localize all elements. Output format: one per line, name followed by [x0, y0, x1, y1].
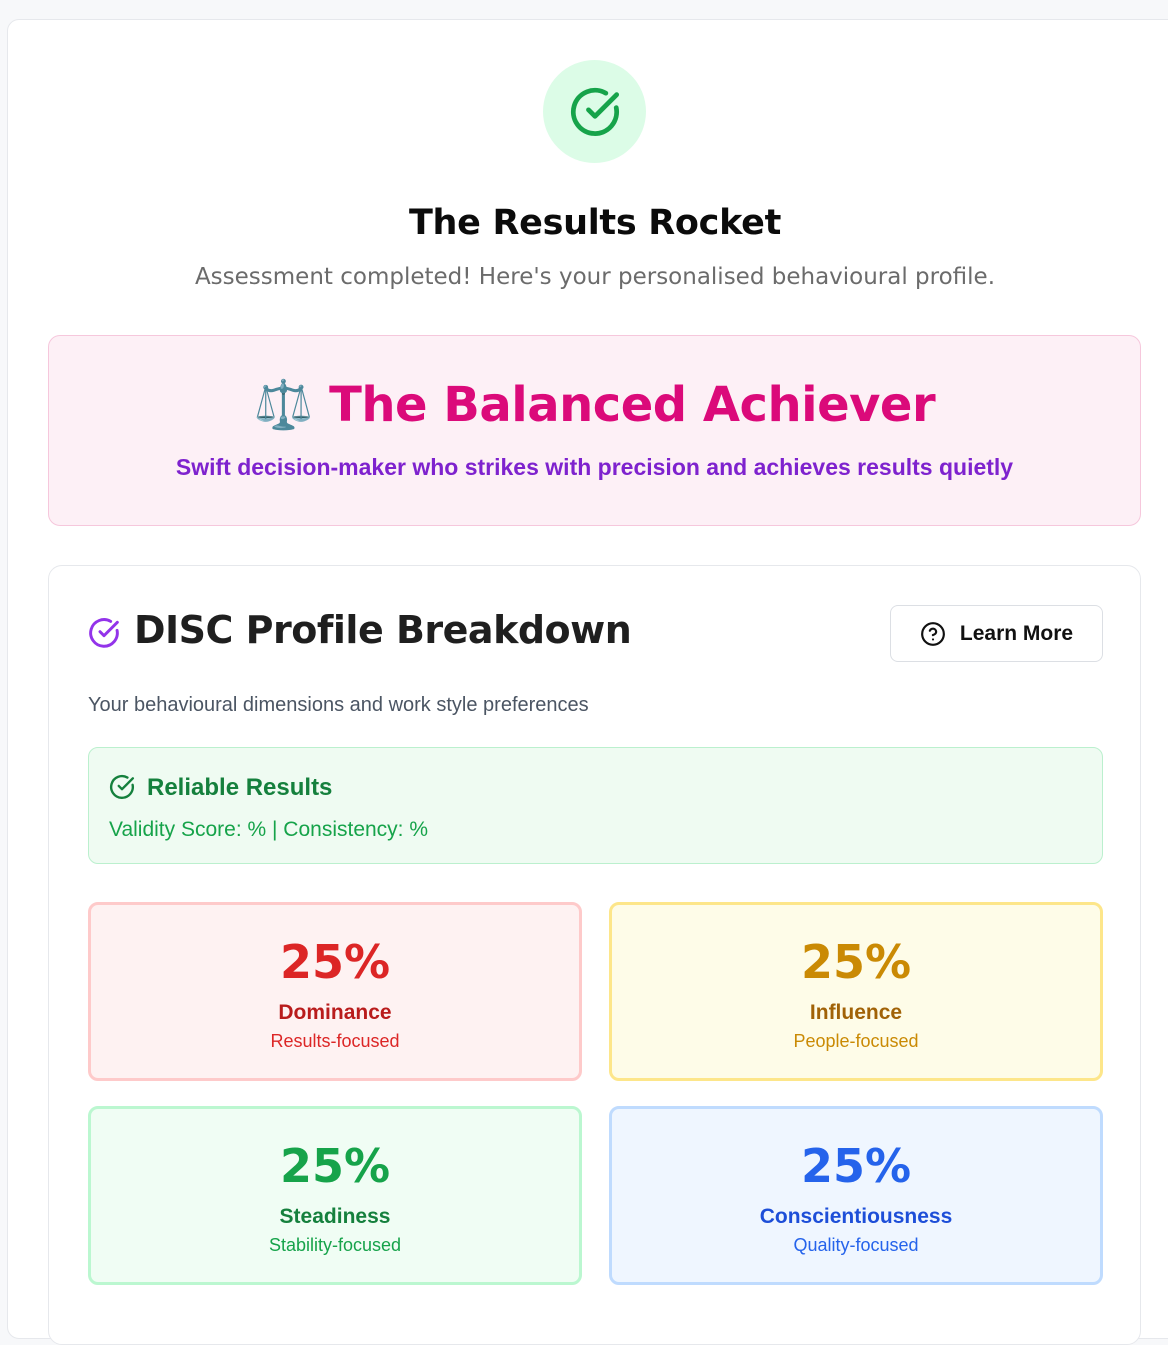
dominance-percent: 25%: [279, 935, 391, 989]
profile-type-banner: ⚖️ The Balanced Achiever Swift decision-m…: [48, 335, 1141, 526]
conscientiousness-label: Conscientiousness: [759, 1205, 953, 1228]
steadiness-percent: 25%: [279, 1139, 391, 1193]
conscientiousness-tile: 25% Conscientiousness Quality-focused: [609, 1106, 1103, 1285]
dominance-label: Dominance: [278, 1001, 392, 1024]
steadiness-label: Steadiness: [279, 1205, 391, 1228]
reliability-notice: Reliable Results Validity Score: % | Con…: [88, 747, 1103, 864]
profile-type-name: The Balanced Achiever: [329, 377, 936, 433]
influence-label: Influence: [809, 1001, 903, 1024]
conscientiousness-percent: 25%: [800, 1139, 912, 1193]
page-title: The Results Rocket: [408, 203, 782, 243]
check-circle-icon: [570, 87, 619, 136]
steadiness-tile: 25% Steadiness Stability-focused: [88, 1106, 582, 1285]
check-circle-icon: [89, 618, 119, 648]
results-card: The Results Rocket Assessment completed!…: [7, 19, 1168, 1345]
page-subtitle: Assessment completed! Here's your person…: [194, 264, 996, 290]
influence-percent: 25%: [800, 935, 912, 989]
profile-type-heading: ⚖️ The Balanced Achiever: [49, 376, 1140, 433]
profile-type-description: Swift decision-maker who strikes with pr…: [175, 454, 1014, 480]
success-badge: [543, 60, 646, 163]
learn-more-label: Learn More: [959, 621, 1074, 645]
check-circle-icon: [110, 774, 135, 799]
disc-section-subtitle: Your behavioural dimensions and work sty…: [88, 694, 589, 716]
conscientiousness-focus: Quality-focused: [793, 1235, 919, 1255]
question-circle-icon: [920, 621, 945, 646]
reliability-scores: Validity Score: % | Consistency: %: [109, 818, 429, 841]
disc-section-title: DISC Profile Breakdown: [134, 608, 632, 652]
influence-focus: People-focused: [793, 1031, 919, 1051]
disc-breakdown-card: DISC Profile Breakdown Learn More Your b…: [48, 565, 1141, 1345]
balance-scale-icon: ⚖️: [253, 377, 314, 433]
reliability-title: Reliable Results: [147, 774, 333, 801]
dominance-focus: Results-focused: [270, 1031, 400, 1051]
steadiness-focus: Stability-focused: [268, 1235, 402, 1255]
dominance-tile: 25% Dominance Results-focused: [88, 902, 582, 1081]
influence-tile: 25% Influence People-focused: [609, 902, 1103, 1081]
learn-more-button[interactable]: Learn More: [890, 605, 1103, 662]
